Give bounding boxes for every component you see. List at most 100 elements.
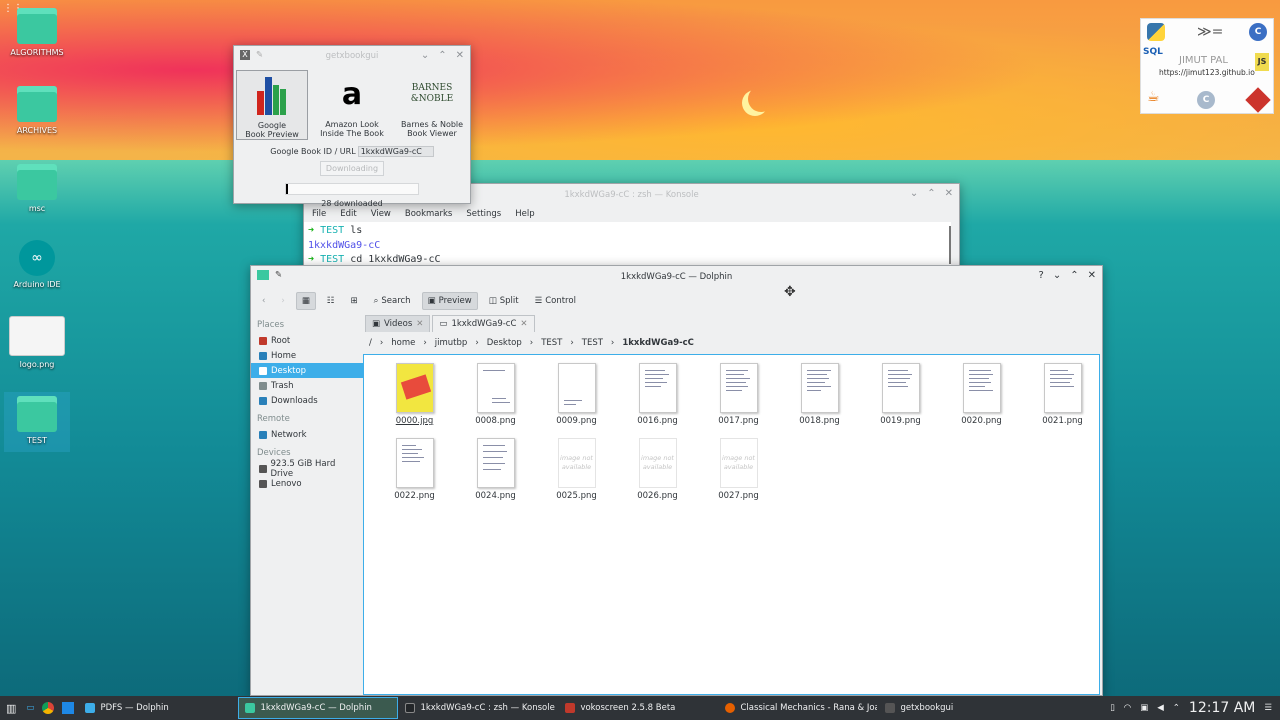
task-konsole[interactable]: 1kxkdWGa9-cC : zsh — Konsole <box>398 697 558 719</box>
crumb-user[interactable]: jimutbp <box>435 338 468 348</box>
tray-expand-icon[interactable]: ⌃ <box>1173 703 1180 713</box>
maximize-icon[interactable]: ⌃ <box>927 188 935 199</box>
wifi-icon[interactable]: ◠ <box>1124 703 1131 713</box>
app-launcher-icon[interactable]: ▥ <box>0 702 22 715</box>
icons-view-button[interactable]: ▦ <box>295 292 316 310</box>
close-icon[interactable]: ✕ <box>416 319 423 329</box>
help-icon[interactable]: ? <box>1039 270 1044 281</box>
place-root[interactable]: Root <box>251 333 363 348</box>
details-view-button[interactable]: ⊞ <box>345 293 362 309</box>
desktop-icon-logo[interactable]: logo.png <box>4 316 70 376</box>
file-item[interactable]: 0016.png <box>617 361 698 436</box>
preview-button[interactable]: ▣ Preview <box>421 292 478 310</box>
download-button[interactable]: Downloading <box>320 161 384 176</box>
getxbookgui-window[interactable]: X ✎ getxbookgui ⌄ ⌃ ✕ Google Book Previe… <box>233 45 471 208</box>
dolphin-window[interactable]: ✎ 1kxkdWGa9-cC — Dolphin ? ⌄ ⌃ ✕ ‹ › ▦ ☷… <box>250 265 1103 696</box>
place-home[interactable]: Home <box>251 348 363 363</box>
close-icon[interactable]: ✕ <box>456 50 464 61</box>
split-button[interactable]: ◫ Split <box>484 293 524 309</box>
tab-videos[interactable]: ▣ Videos ✕ <box>365 315 431 332</box>
file-item[interactable]: image not available 0026.png <box>617 436 698 511</box>
device-notifier-icon[interactable]: ▣ <box>1140 703 1148 713</box>
panel-toolbox-icon[interactable]: ☰ <box>1264 703 1272 713</box>
clipboard-icon[interactable]: ▯ <box>1110 703 1115 713</box>
store-icon[interactable] <box>62 702 75 714</box>
crumb-home[interactable]: home <box>391 338 415 348</box>
file-item[interactable]: 0017.png <box>698 361 779 436</box>
close-icon[interactable]: ✕ <box>520 319 527 329</box>
desktop-icon-msc[interactable]: msc <box>4 164 70 224</box>
task-vokoscreen[interactable]: vokoscreen 2.5.8 Beta <box>558 697 718 719</box>
close-icon[interactable]: ✕ <box>945 188 953 199</box>
task-getxbookgui[interactable]: getxbookgui <box>878 697 1038 719</box>
crumb-test-inner[interactable]: TEST <box>582 338 603 348</box>
file-view[interactable]: 0000.jpg 0008.png 0009.png 0016.png 0017… <box>363 354 1100 695</box>
crumb-root[interactable]: / <box>369 338 372 348</box>
source-amazon[interactable]: a Amazon Look Inside The Book <box>316 70 388 140</box>
crumb-desktop[interactable]: Desktop <box>487 338 522 348</box>
menu-help[interactable]: Help <box>515 209 534 219</box>
file-item[interactable]: 0019.png <box>860 361 941 436</box>
control-button[interactable]: ☰ Control <box>530 293 581 309</box>
source-barnes-noble[interactable]: BARNES &NOBLE Barnes & Noble Book Viewer <box>396 70 468 140</box>
tab-current-folder[interactable]: ▭ 1kxkdWGa9-cC ✕ <box>432 315 535 332</box>
close-icon[interactable]: ✕ <box>1088 270 1096 281</box>
maximize-icon[interactable]: ⌃ <box>1070 270 1078 281</box>
place-desktop[interactable]: Desktop <box>251 363 363 378</box>
maximize-icon[interactable]: ⌃ <box>438 50 446 61</box>
desktop-icon-algorithms[interactable]: ALGORITHMS <box>4 8 70 68</box>
show-desktop-icon[interactable]: ▭ <box>22 703 38 713</box>
file-item[interactable]: image not available 0027.png <box>698 436 779 511</box>
desktop-icon-archives[interactable]: ARCHIVES <box>4 86 70 146</box>
volume-icon[interactable]: ◀ <box>1157 703 1164 713</box>
back-button[interactable]: ‹ <box>257 293 270 309</box>
file-name: 0000.jpg <box>395 416 434 426</box>
clock[interactable]: 12:17 AM <box>1189 700 1255 716</box>
file-item[interactable]: 0024.png <box>455 436 536 511</box>
pin-icon[interactable]: ✎ <box>256 50 263 60</box>
search-button[interactable]: ⌕ Search <box>369 293 416 309</box>
file-item[interactable]: 0022.png <box>374 436 455 511</box>
file-item[interactable]: image not available 0025.png <box>536 436 617 511</box>
file-item[interactable]: 0021.png <box>1022 361 1103 436</box>
chrome-icon[interactable] <box>42 702 55 714</box>
crumb-current[interactable]: 1kxkdWGa9-cC <box>622 338 694 348</box>
file-item[interactable]: 0009.png <box>536 361 617 436</box>
dolphin-titlebar[interactable]: ✎ 1kxkdWGa9-cC — Dolphin ? ⌄ ⌃ ✕ <box>251 266 1102 288</box>
task-firefox[interactable]: Classical Mechanics - Rana & Joa... <box>718 697 878 719</box>
widget-url[interactable]: https://jimut123.github.io <box>1159 68 1255 77</box>
place-trash[interactable]: Trash <box>251 378 363 393</box>
minimize-icon[interactable]: ⌄ <box>1053 270 1061 281</box>
compact-view-button[interactable]: ☷ <box>322 293 340 309</box>
pin-icon[interactable]: ✎ <box>275 270 282 280</box>
menu-edit[interactable]: Edit <box>340 209 356 219</box>
menu-bookmarks[interactable]: Bookmarks <box>405 209 453 219</box>
source-google[interactable]: Google Book Preview <box>236 70 308 140</box>
menu-view[interactable]: View <box>371 209 391 219</box>
place-downloads[interactable]: Downloads <box>251 393 363 408</box>
file-item[interactable]: 0018.png <box>779 361 860 436</box>
minimize-icon[interactable]: ⌄ <box>910 188 918 199</box>
terminal-scrollbar[interactable] <box>949 226 951 264</box>
file-item[interactable]: 0000.jpg <box>374 361 455 436</box>
file-item[interactable]: 0020.png <box>941 361 1022 436</box>
menu-settings[interactable]: Settings <box>466 209 501 219</box>
menu-file[interactable]: File <box>312 209 326 219</box>
remote-header: Remote <box>257 414 290 424</box>
task-pdfs-dolphin[interactable]: PDFS — Dolphin <box>78 697 238 719</box>
book-id-input[interactable]: 1kxkdWGa9-cC <box>357 146 434 157</box>
minimize-icon[interactable]: ⌄ <box>421 50 429 61</box>
desktop-icon-arduino[interactable]: ∞ Arduino IDE <box>4 240 70 300</box>
crumb-test[interactable]: TEST <box>541 338 562 348</box>
image-thumbnail <box>395 363 434 413</box>
place-network[interactable]: Network <box>251 427 363 442</box>
task-dolphin-current[interactable]: 1kxkdWGa9-cC — Dolphin <box>238 697 399 719</box>
desktop-icon-test[interactable]: TEST <box>4 392 70 452</box>
video-icon: ▣ <box>372 319 381 329</box>
device-hard-drive[interactable]: 923.5 GiB Hard Drive <box>251 459 363 479</box>
file-item[interactable]: 0008.png <box>455 361 536 436</box>
getxbookgui-titlebar[interactable]: X ✎ getxbookgui ⌄ ⌃ ✕ <box>234 46 470 66</box>
terminal-area[interactable]: ➜ TEST ls 1kxkdWGa9-cC ➜ TEST cd 1kxkdWG… <box>304 222 951 266</box>
taskbar: ▥ ▭ PDFS — Dolphin 1kxkdWGa9-cC — Dolphi… <box>0 696 1280 720</box>
forward-button[interactable]: › <box>276 293 289 309</box>
